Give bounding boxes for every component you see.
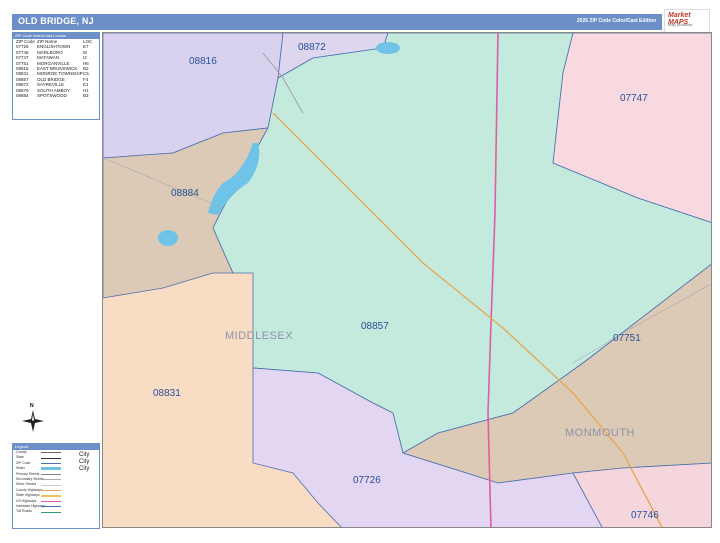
- water-body: [376, 42, 400, 54]
- legend-swatch: [41, 473, 61, 476]
- map-regions: [103, 33, 711, 527]
- legend-swatch: [41, 490, 61, 492]
- water-body: [158, 230, 178, 246]
- legend-swatch: [41, 467, 61, 471]
- zip-index-table: ZIP Code Index/Cast Locator ZIP Code ZIP…: [12, 32, 100, 120]
- compass-rose-icon: [22, 410, 44, 432]
- legend-city-label: City: [79, 466, 90, 472]
- zip-label-08884: 08884: [171, 188, 199, 199]
- table-row: 08884 SPOTSWOOD B3: [13, 93, 99, 98]
- county-label-middlesex: MIDDLESEX: [225, 330, 294, 342]
- legend-label: Secondary Streets: [16, 476, 44, 481]
- legend-label: ZIP Code: [16, 460, 31, 465]
- legend-city-label: City: [79, 452, 90, 458]
- publisher-logo: Market MAPS map products: [664, 9, 710, 33]
- legend-city-label: City: [79, 459, 90, 465]
- zip-label-07747: 07747: [620, 93, 648, 104]
- zip-label-08857: 08857: [361, 321, 389, 332]
- legend-label: State: [16, 455, 24, 460]
- legend-label: County: [16, 450, 27, 454]
- zip-label-08831: 08831: [153, 388, 181, 399]
- legend-swatch: [41, 511, 61, 513]
- legend-label: Primary Streets: [16, 471, 40, 476]
- legend-row: Toll Roads: [13, 509, 99, 514]
- zip-label-07726: 07726: [353, 475, 381, 486]
- legend-swatch: [41, 484, 61, 486]
- legend-swatch: [41, 500, 61, 502]
- zip-label-07751: 07751: [613, 333, 641, 344]
- legend-swatch: [41, 463, 61, 465]
- legend-label: Water: [16, 466, 25, 471]
- loc-cell: B3: [83, 93, 89, 99]
- legend-label: State Highways: [16, 493, 40, 498]
- compass-north-label: N: [30, 403, 34, 409]
- legend-label: US Highways: [16, 498, 37, 503]
- name-cell: SPOTSWOOD: [37, 93, 67, 99]
- map-title: OLD BRIDGE, NJ: [18, 16, 94, 26]
- zip-cell: 08884: [16, 93, 29, 99]
- legend-swatch: [41, 495, 61, 497]
- legend-swatch: [41, 506, 61, 508]
- map-canvas[interactable]: 08872 08816 07747 08884 08857 07751 0883…: [102, 32, 712, 528]
- county-label-monmouth: MONMOUTH: [565, 427, 635, 439]
- zip-label-07746: 07746: [631, 510, 659, 521]
- zip-label-08872: 08872: [298, 42, 326, 53]
- legend-swatch: [41, 457, 61, 459]
- legend-swatch: [41, 479, 61, 481]
- zip-label-08816: 08816: [189, 56, 217, 67]
- edition-label: 2026 ZIP Code Color/Cast Edition: [576, 18, 656, 24]
- legend-label: Toll Roads: [16, 509, 32, 514]
- legend-swatch: [41, 452, 61, 454]
- map-legend: Legend County State ZIP Code Water Prima…: [12, 443, 100, 529]
- legend-label: Minor Streets: [16, 482, 37, 487]
- logo-subtitle: map products: [668, 22, 693, 27]
- legend-label: County Highways: [16, 487, 43, 492]
- map-header: OLD BRIDGE, NJ 2026 ZIP Code Color/Cast …: [12, 14, 662, 30]
